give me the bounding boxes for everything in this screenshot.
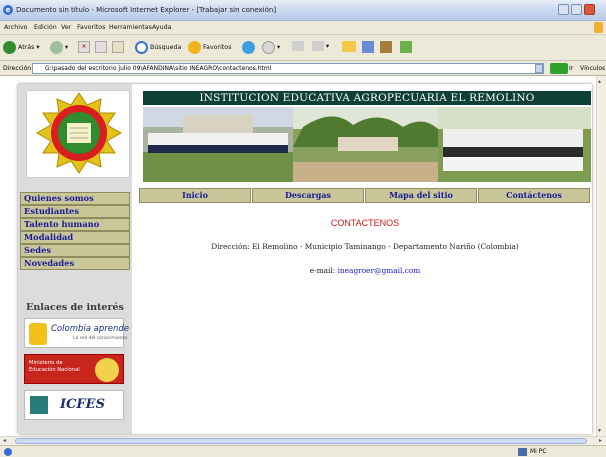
refresh-button[interactable] bbox=[95, 41, 107, 53]
media-icon bbox=[242, 41, 255, 54]
colombia-aprende-label: Colombia aprende bbox=[51, 324, 129, 334]
window-title: Documento sin título - Microsoft Interne… bbox=[16, 6, 277, 14]
close-button[interactable] bbox=[584, 4, 595, 15]
nav-inicio[interactable]: Inicio bbox=[139, 188, 251, 203]
page-heading: CONTACTENOS bbox=[330, 218, 400, 228]
menu-bar: Archivo Edición Ver Favoritos Herramient… bbox=[0, 21, 606, 35]
scroll-down-icon[interactable]: ▾ bbox=[598, 427, 605, 434]
vertical-scrollbar[interactable]: ▴ ▾ bbox=[596, 76, 606, 436]
menu-herramientas[interactable]: Herramientas bbox=[109, 24, 152, 31]
forward-button[interactable]: ▾ bbox=[50, 41, 68, 54]
menu-edicion[interactable]: Edición bbox=[34, 24, 57, 31]
mail-icon bbox=[292, 41, 304, 51]
go-icon[interactable] bbox=[550, 63, 568, 74]
scroll-right-icon[interactable]: ▸ bbox=[599, 437, 602, 444]
mineducacion-link[interactable]: Ministerio de Educación Nacional bbox=[24, 354, 124, 384]
folder-icon bbox=[342, 41, 356, 52]
horizontal-scrollbar[interactable]: ◂ ▸ bbox=[0, 436, 606, 445]
address-bar: Dirección G:\pasado del escritorio julio… bbox=[0, 61, 606, 76]
mineducacion-label: Ministerio de Educación Nacional bbox=[29, 360, 80, 373]
address-text: Dirección: El Remolino - Municipio Tamin… bbox=[211, 242, 519, 251]
extra-button[interactable] bbox=[400, 41, 412, 53]
left-menu-estudiantes[interactable]: Estudiantes bbox=[20, 205, 130, 218]
computer-icon bbox=[518, 448, 527, 456]
folder-button[interactable] bbox=[342, 41, 356, 52]
email-line: e-mail: ineagroer@gmail.com bbox=[139, 266, 591, 275]
email-link[interactable]: ineagroer@gmail.com bbox=[338, 266, 421, 275]
colombia-aprende-link[interactable]: Colombia aprende La red del conocimiento bbox=[24, 318, 129, 348]
messenger-icon bbox=[362, 41, 374, 53]
back-arrow-icon bbox=[3, 41, 16, 54]
menu-ayuda[interactable]: Ayuda bbox=[152, 24, 171, 31]
stop-button[interactable]: × bbox=[78, 41, 90, 53]
mail-button[interactable] bbox=[292, 41, 304, 51]
address-value: G:\pasado del escritorio julio 09\AFANDI… bbox=[45, 65, 272, 72]
address-dropdown-icon[interactable] bbox=[535, 64, 543, 73]
home-button[interactable] bbox=[112, 41, 124, 53]
address-input[interactable]: G:\pasado del escritorio julio 09\AFANDI… bbox=[32, 63, 544, 74]
nav-contactenos[interactable]: Contáctenos bbox=[478, 188, 590, 203]
menu-favoritos[interactable]: Favoritos bbox=[77, 24, 105, 31]
school-logo bbox=[26, 90, 130, 178]
back-button[interactable]: Atrás ▾ bbox=[3, 41, 40, 54]
icfes-icon bbox=[30, 396, 48, 414]
left-menu-quienes-somos[interactable]: Quienes somos bbox=[20, 192, 130, 205]
address-label: Dirección bbox=[3, 65, 32, 72]
messenger-button[interactable] bbox=[362, 41, 374, 53]
nav-descargas[interactable]: Descargas bbox=[252, 188, 364, 203]
search-icon bbox=[135, 41, 148, 54]
left-menu: Quienes somos Estudiantes Talento humano… bbox=[20, 192, 130, 270]
toolbar: Atrás ▾ ▾ × Búsqueda Favoritos ▾ ▾ bbox=[0, 35, 606, 61]
print-button[interactable]: ▾ bbox=[312, 41, 329, 51]
research-icon bbox=[380, 41, 392, 53]
ie-icon: e bbox=[3, 5, 13, 15]
minimize-button[interactable] bbox=[558, 4, 569, 15]
home-icon bbox=[112, 41, 124, 53]
banner-photos bbox=[143, 107, 591, 182]
icfes-link[interactable]: ICFES bbox=[24, 390, 124, 420]
top-nav: Inicio Descargas Mapa del sitio Contácte… bbox=[139, 188, 591, 203]
print-icon bbox=[312, 41, 324, 51]
forward-arrow-icon bbox=[50, 41, 63, 54]
extra-icon bbox=[400, 41, 412, 53]
nav-mapa-del-sitio[interactable]: Mapa del sitio bbox=[365, 188, 477, 203]
menu-archivo[interactable]: Archivo bbox=[4, 24, 28, 31]
page-banner: INSTITUCION EDUCATIVA AGROPECUARIA EL RE… bbox=[143, 91, 591, 105]
enlaces-heading: Enlaces de interés bbox=[26, 302, 124, 313]
links-label[interactable]: Vínculos bbox=[580, 65, 605, 72]
left-menu-sedes[interactable]: Sedes bbox=[20, 244, 130, 257]
menu-ver[interactable]: Ver bbox=[61, 24, 71, 31]
history-button[interactable]: ▾ bbox=[262, 41, 280, 54]
colombia-shield-icon bbox=[95, 358, 119, 382]
email-label: e-mail: bbox=[309, 266, 338, 275]
star-icon bbox=[188, 41, 201, 54]
history-icon bbox=[262, 41, 275, 54]
left-column: Quienes somos Estudiantes Talento humano… bbox=[18, 84, 132, 434]
maximize-button[interactable] bbox=[571, 4, 582, 15]
colombia-aprende-sub: La red del conocimiento bbox=[73, 336, 128, 341]
refresh-icon bbox=[95, 41, 107, 53]
horizontal-scroll-thumb[interactable] bbox=[15, 438, 587, 444]
left-menu-novedades[interactable]: Novedades bbox=[20, 257, 130, 270]
scroll-left-icon[interactable]: ◂ bbox=[3, 437, 6, 444]
stop-icon: × bbox=[78, 41, 90, 53]
zone-label: Mi PC bbox=[530, 448, 547, 455]
research-button[interactable] bbox=[380, 41, 392, 53]
media-button[interactable] bbox=[242, 41, 255, 54]
go-button[interactable]: Ir bbox=[569, 65, 573, 72]
page-status-icon bbox=[4, 448, 12, 456]
web-page: Quienes somos Estudiantes Talento humano… bbox=[18, 84, 592, 434]
browser-viewport: Quienes somos Estudiantes Talento humano… bbox=[0, 76, 596, 436]
windows-flag-icon bbox=[594, 22, 603, 33]
scroll-up-icon[interactable]: ▴ bbox=[598, 78, 605, 85]
search-button[interactable]: Búsqueda bbox=[135, 41, 181, 54]
favorites-button[interactable]: Favoritos bbox=[188, 41, 231, 54]
colombia-aprende-icon bbox=[29, 323, 47, 345]
icfes-label: ICFES bbox=[60, 397, 105, 412]
left-menu-modalidad[interactable]: Modalidad bbox=[20, 231, 130, 244]
title-bar: e Documento sin título - Microsoft Inter… bbox=[0, 0, 606, 21]
status-bar: Mi PC bbox=[0, 445, 606, 457]
left-menu-talento-humano[interactable]: Talento humano bbox=[20, 218, 130, 231]
